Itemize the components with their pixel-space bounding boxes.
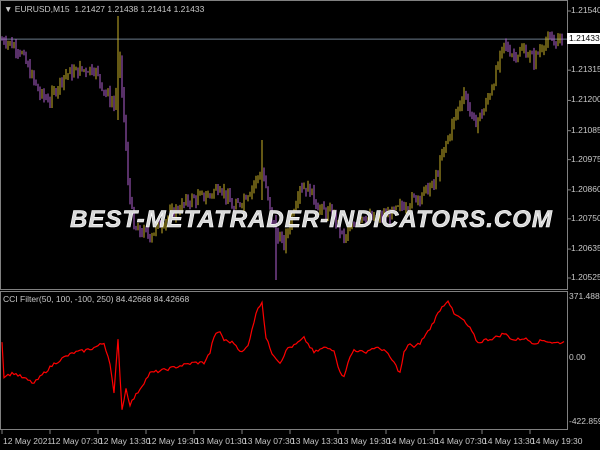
price-tick-label: 1.20860 (571, 183, 600, 194)
price-tick-label: 1.21540 (571, 5, 600, 15)
time-tick-label: 14 May 19:30 (531, 436, 583, 446)
time-tick-label: 13 May 13:30 (291, 436, 343, 446)
dropdown-triangle-icon[interactable]: ▼ (4, 4, 15, 14)
time-tick-label: 13 May 01:30 (195, 436, 247, 446)
time-tick-label: 12 May 2021 (3, 436, 53, 446)
indicator-window-frame (0, 291, 568, 430)
time-tick-label: 13 May 07:30 (243, 436, 295, 446)
cci-line (1, 300, 565, 410)
price-tick-label: 1.20750 (571, 212, 600, 223)
ohlc-label: 1.21427 1.21438 1.21414 1.21433 (74, 4, 205, 14)
current-price-tag: 1.21433 (567, 33, 600, 44)
price-tick-label: 1.20635 (571, 243, 600, 254)
time-tick-label: 14 May 07:30 (435, 436, 487, 446)
time-tick-label: 12 May 07:30 (51, 436, 103, 446)
price-tick-label: 1.20975 (571, 153, 600, 164)
time-tick-label: 13 May 19:30 (339, 436, 391, 446)
chart-title: ▼ EURUSD,M15 1.21427 1.21438 1.21414 1.2… (4, 4, 204, 14)
time-tick-label: 14 May 01:30 (387, 436, 439, 446)
indicator-label: CCI Filter(50, 100, -100, 250) 84.42668 … (3, 294, 190, 304)
time-tick-label: 12 May 19:30 (147, 436, 199, 446)
price-tick-label: 1.21315 (571, 64, 600, 75)
time-tick-label: 14 May 13:30 (483, 436, 535, 446)
price-tick-label: 1.21200 (571, 94, 600, 105)
price-tick-label: 1.21085 (571, 124, 600, 135)
watermark: BEST-METATRADER-INDICATORS.COM (70, 206, 553, 234)
price-tick-label: 1.20525 (571, 272, 600, 282)
cci-tick-label: 0.00 (569, 352, 586, 362)
cci-tick-label: -422.85974 (569, 416, 600, 426)
cci-tick-label: 371.48819 (569, 291, 600, 301)
time-tick-label: 12 May 13:30 (99, 436, 151, 446)
symbol-label: EURUSD,M15 (14, 4, 70, 14)
